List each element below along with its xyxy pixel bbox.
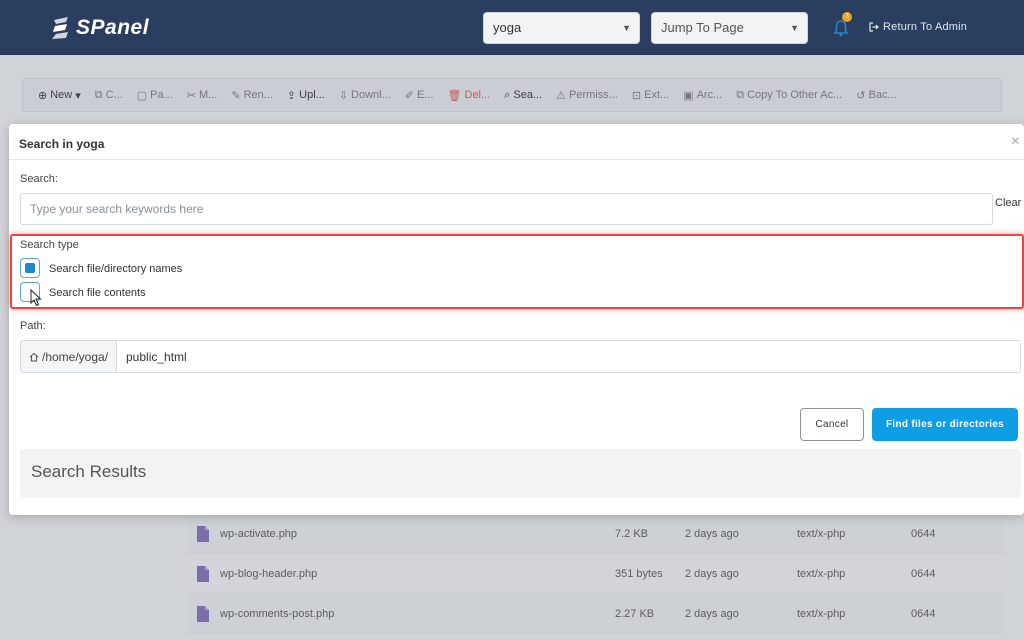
search-results-panel: Search Results <box>20 449 1021 498</box>
top-navbar: SPanel yoga ▼ Jump To Page ▼ 3 Return To… <box>0 0 1024 55</box>
jump-to-page-select[interactable]: Jump To Page ▼ <box>651 12 808 44</box>
search-names-checkbox[interactable] <box>20 258 40 278</box>
account-select[interactable]: yoga ▼ <box>483 12 640 44</box>
sign-out-icon <box>869 22 879 32</box>
path-label: Path: <box>20 320 46 332</box>
modal-title: Search in yoga <box>19 137 105 151</box>
search-label: Search: <box>20 173 58 185</box>
search-contents-label[interactable]: Search file contents <box>49 287 146 299</box>
path-prefix: /home/yoga/ <box>21 341 117 372</box>
chevron-down-icon: ▼ <box>790 23 799 33</box>
spanel-logo[interactable]: SPanel <box>50 13 149 43</box>
modal-header: Search in yoga <box>9 124 1024 160</box>
notification-badge: 3 <box>842 12 852 22</box>
search-results-title: Search Results <box>31 462 147 481</box>
logo-icon <box>52 17 68 39</box>
logo-text: SPanel <box>76 16 150 39</box>
search-input[interactable] <box>20 193 993 225</box>
path-input-group: /home/yoga/ <box>20 340 1021 373</box>
jump-select-value: Jump To Page <box>661 20 744 35</box>
chevron-down-icon: ▼ <box>622 23 631 33</box>
return-to-admin-link[interactable]: Return To Admin <box>869 21 967 33</box>
path-input[interactable] <box>117 341 1020 372</box>
path-prefix-text: /home/yoga/ <box>42 349 109 364</box>
return-admin-label: Return To Admin <box>883 21 968 33</box>
cancel-button[interactable]: Cancel <box>800 408 864 441</box>
find-files-button[interactable]: Find files or directories <box>872 408 1018 441</box>
search-type-label: Search type <box>20 239 79 251</box>
home-icon <box>29 352 39 362</box>
mouse-pointer-icon <box>30 289 42 307</box>
account-select-value: yoga <box>493 20 522 35</box>
search-modal: Search in yoga × Search: Clear Search ty… <box>9 124 1024 515</box>
clear-button[interactable]: Clear <box>995 197 1021 209</box>
close-icon[interactable]: × <box>1011 133 1020 151</box>
search-names-label[interactable]: Search file/directory names <box>49 263 182 275</box>
